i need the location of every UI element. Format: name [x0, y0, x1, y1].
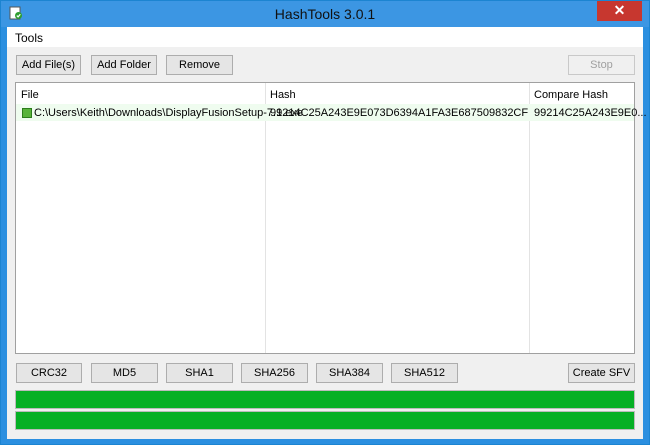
file-list-grid[interactable]: File Hash Compare Hash C:\Users\Keith\Do…	[15, 82, 647, 354]
file-path-cell: C:\Users\Keith\Downloads\DisplayFusionSe…	[34, 107, 304, 119]
total-progress-bar	[15, 411, 635, 430]
table-row[interactable]: C:\Users\Keith\Downloads\DisplayFusionSe…	[16, 104, 647, 121]
sha1-button[interactable]: SHA1	[166, 363, 233, 383]
close-button[interactable]: ✕	[597, 1, 642, 21]
column-header-file[interactable]: File	[21, 89, 39, 101]
file-progress-bar	[15, 390, 635, 409]
menu-bar: Tools	[7, 27, 643, 47]
stop-button[interactable]: Stop	[568, 55, 635, 75]
hash-cell: 99214C25A243E9E073D6394A1FA3E687509832CF	[270, 107, 529, 119]
create-sfv-button[interactable]: Create SFV	[568, 363, 635, 383]
column-separator	[529, 83, 530, 353]
compare-hash-cell: 99214C25A243E9E0...	[534, 107, 647, 119]
window-title: HashTools 3.0.1	[274, 6, 376, 22]
sha384-button[interactable]: SHA384	[316, 363, 383, 383]
crc32-button[interactable]: CRC32	[16, 363, 82, 383]
column-header-compare-hash[interactable]: Compare Hash	[534, 89, 608, 101]
column-separator	[265, 83, 266, 353]
column-header-hash[interactable]: Hash	[270, 89, 296, 101]
sha256-button[interactable]: SHA256	[241, 363, 308, 383]
sha512-button[interactable]: SHA512	[391, 363, 458, 383]
title-bar[interactable]: HashTools 3.0.1 ✕	[1, 1, 649, 27]
md5-button[interactable]: MD5	[91, 363, 158, 383]
client-area: Tools Add File(s) Add Folder Remove Stop…	[7, 27, 647, 439]
file-status-icon	[22, 108, 32, 118]
app-window: HashTools 3.0.1 ✕ Tools Add File(s) Add …	[0, 0, 650, 445]
menu-tools[interactable]: Tools	[15, 31, 43, 45]
add-folder-button[interactable]: Add Folder	[91, 55, 157, 75]
add-files-button[interactable]: Add File(s)	[16, 55, 81, 75]
remove-button[interactable]: Remove	[166, 55, 233, 75]
